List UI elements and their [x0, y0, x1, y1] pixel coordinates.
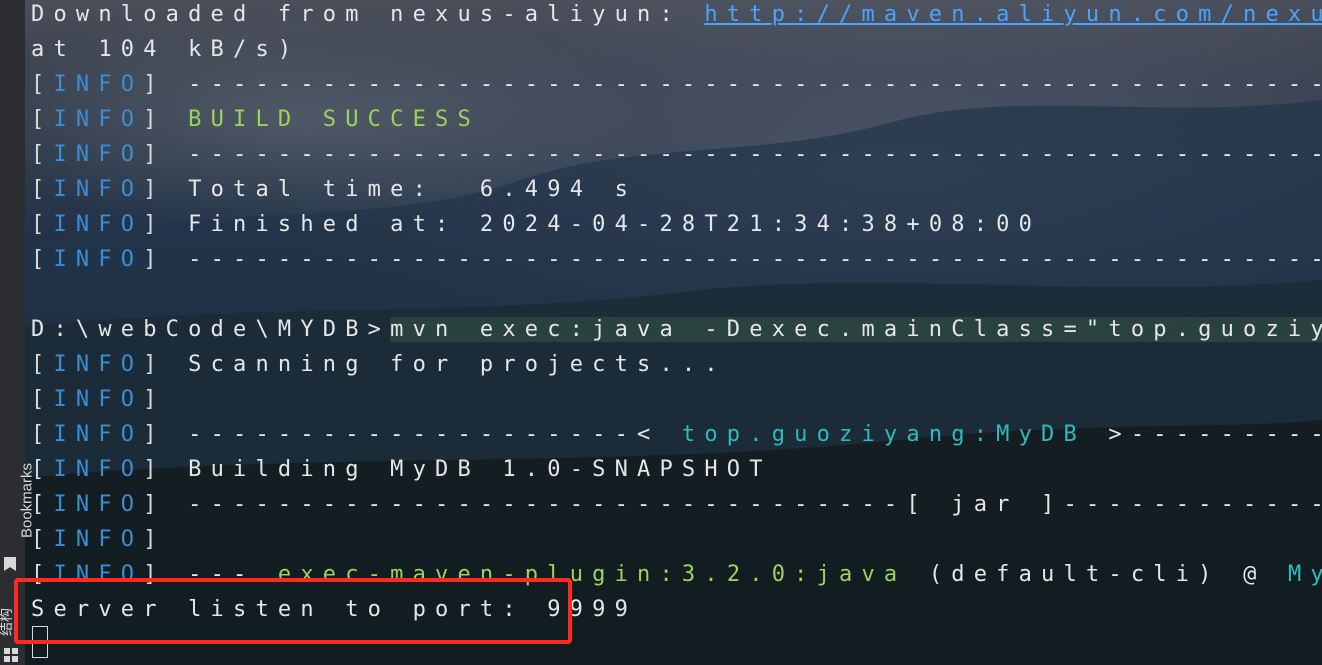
highlight-annotation-box: [14, 578, 572, 644]
artifact-line: [INFO] --------------------< top.guoziya…: [31, 422, 1322, 447]
shell-prompt: D:\webCode\MYDB>: [31, 317, 391, 342]
packaging-line: [INFO] --------------------------------[…: [31, 492, 1322, 517]
terminal-output[interactable]: Downloaded from nexus-aliyun: http://mav…: [31, 0, 1322, 665]
info-line: [INFO]: [31, 387, 166, 412]
download-rate-line: at 104 kB/s): [31, 37, 301, 62]
building-line: [INFO] Building MyDB 1.0-SNAPSHOT: [31, 457, 772, 482]
build-success-line: [INFO] BUILD SUCCESS: [31, 107, 480, 132]
info-line: [INFO] ---------------------------------…: [31, 72, 1322, 97]
info-line: [INFO] ---------------------------------…: [31, 247, 1322, 272]
command-line: D:\webCode\MYDB>mvn exec:java -Dexec.mai…: [31, 315, 1322, 350]
scanning-line: [INFO] Scanning for projects...: [31, 352, 727, 377]
structure-icon[interactable]: [4, 648, 18, 662]
total-time-line: [INFO] Total time: 6.494 s: [31, 177, 638, 202]
finished-at-line: [INFO] Finished at: 2024-04-28T21:34:38+…: [31, 212, 1042, 237]
download-line: Downloaded from nexus-aliyun: http://mav…: [31, 0, 1322, 35]
command-text: mvn exec:java -Dexec.mainClass="top.guoz…: [390, 317, 1322, 342]
info-line: [INFO]: [31, 527, 166, 552]
info-line: [INFO] ---------------------------------…: [31, 142, 1322, 167]
download-link[interactable]: http://maven.aliyun.com/nexus/content/g: [704, 2, 1322, 27]
